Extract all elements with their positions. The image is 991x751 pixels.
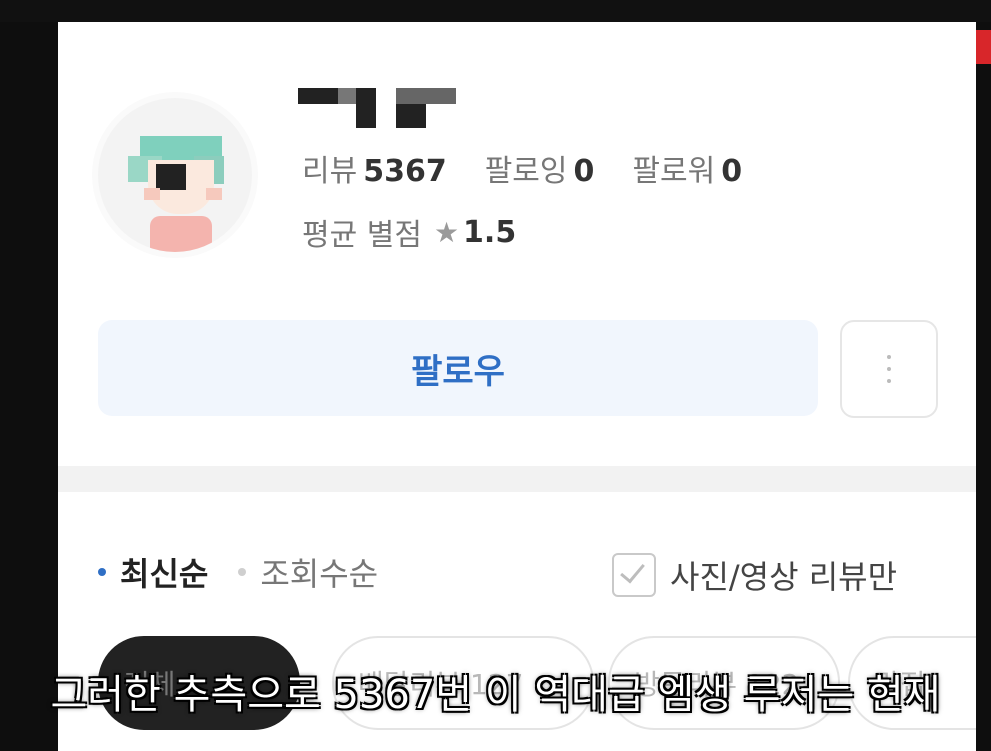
more-vertical-icon xyxy=(887,355,891,359)
avatar-body xyxy=(150,216,212,252)
average-rating: 평균 별점 ★ 1.5 xyxy=(302,212,517,254)
stat-following[interactable]: 팔로잉 0 xyxy=(485,146,595,190)
rating-label: 평균 별점 xyxy=(302,218,422,253)
inactive-dot-icon xyxy=(238,568,247,576)
channel-logo-mark xyxy=(976,30,991,64)
photo-review-filter[interactable]: 사진/영상 리뷰만 xyxy=(612,550,897,600)
redaction-block xyxy=(396,88,456,104)
stat-followers[interactable]: 팔로워 0 xyxy=(632,146,742,190)
rating-value: 1.5 xyxy=(463,214,517,250)
left-letterbox xyxy=(0,22,58,751)
top-bar xyxy=(0,0,991,22)
redaction-block xyxy=(298,88,338,104)
photo-filter-label: 사진/영상 리뷰만 xyxy=(670,558,898,596)
redaction-block xyxy=(356,88,376,128)
video-subtitle: 그러한 추측으로 5367번 이 역대급 엠생 루저는 현재 xyxy=(50,672,941,718)
sort-options: 최신순 조회수순 xyxy=(98,550,378,594)
profile-stats: 리뷰 5367 팔로잉 0 팔로워 0 xyxy=(302,146,742,190)
sort-latest[interactable]: 최신순 xyxy=(120,549,208,595)
avatar[interactable] xyxy=(98,98,252,252)
avatar-redaction xyxy=(156,164,186,190)
checkbox-icon[interactable] xyxy=(612,553,656,597)
more-options-button[interactable] xyxy=(840,320,938,418)
follow-button[interactable]: 팔로우 xyxy=(98,320,818,416)
profile-panel: 리뷰 5367 팔로잉 0 팔로워 0 평균 별점 ★ 1.5 팔로우 최신순 조회수… xyxy=(58,22,976,751)
sort-views[interactable]: 조회수순 xyxy=(260,549,378,595)
redaction-block xyxy=(338,88,356,104)
right-letterbox xyxy=(976,22,991,751)
more-vertical-icon xyxy=(887,379,891,383)
redaction-block xyxy=(396,104,426,128)
more-vertical-icon xyxy=(887,367,891,371)
stat-reviews[interactable]: 리뷰 5367 xyxy=(302,146,447,190)
avatar-cheek-right xyxy=(206,188,222,200)
section-divider xyxy=(58,466,976,492)
username-redacted xyxy=(298,88,460,128)
star-icon: ★ xyxy=(433,215,460,249)
active-dot-icon xyxy=(98,568,106,576)
avatar-cheek-left xyxy=(144,188,160,200)
